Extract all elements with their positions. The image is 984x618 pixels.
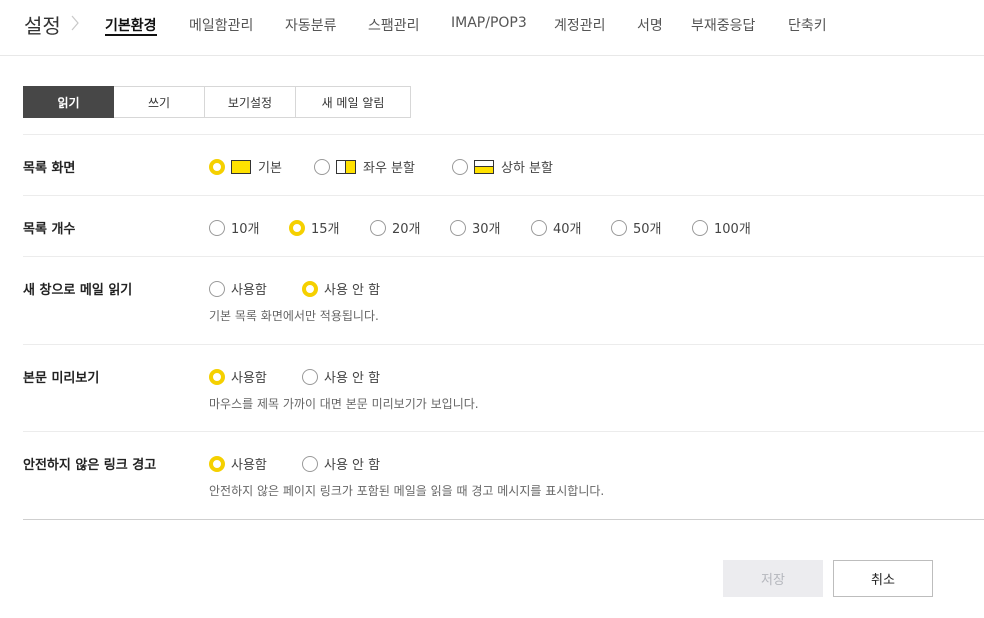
option-preview-on[interactable]: 사용함 [209, 367, 267, 386]
option-unsafe-link-on[interactable]: 사용함 [209, 454, 267, 473]
radio-button[interactable] [209, 368, 225, 385]
divider [23, 519, 984, 520]
save-button[interactable]: 저장 [723, 560, 823, 597]
option-label: 40개 [553, 222, 582, 237]
option-list-view-top-bottom[interactable]: 상하 분할 [452, 157, 553, 176]
tab-auto-reply[interactable]: 부재중응답 [691, 15, 755, 35]
setting-label-list-view: 목록 화면 [23, 161, 76, 176]
radio-button[interactable] [452, 158, 468, 175]
radio-button[interactable] [531, 219, 547, 236]
option-label: 사용 안 함 [324, 283, 381, 298]
radio-button[interactable] [302, 280, 318, 297]
option-list-count-40[interactable]: 40개 [531, 218, 582, 237]
radio-button[interactable] [209, 455, 225, 472]
tab-shortcuts[interactable]: 단축키 [788, 15, 827, 35]
layout-full-icon [231, 159, 251, 174]
radio-button[interactable] [314, 158, 330, 175]
option-label: 15개 [311, 222, 340, 237]
radio-button[interactable] [289, 219, 305, 236]
option-label: 50개 [633, 222, 662, 237]
radio-button[interactable] [209, 219, 225, 236]
option-label: 사용 안 함 [324, 458, 381, 473]
option-label: 기본 [258, 161, 282, 176]
option-preview-off[interactable]: 사용 안 함 [302, 367, 380, 386]
setting-label-new-window: 새 창으로 메일 읽기 [23, 283, 133, 298]
option-label: 사용함 [231, 371, 267, 386]
setting-description-unsafe-link: 안전하지 않은 페이지 링크가 포함된 메일을 읽을 때 경고 메시지를 표시합… [209, 484, 605, 498]
option-list-count-100[interactable]: 100개 [692, 218, 751, 237]
option-list-count-50[interactable]: 50개 [611, 218, 662, 237]
option-label: 사용 안 함 [324, 371, 381, 386]
option-label: 상하 분할 [501, 161, 553, 176]
setting-label-preview: 본문 미리보기 [23, 371, 100, 386]
option-new-window-off[interactable]: 사용 안 함 [302, 279, 380, 298]
option-label: 사용함 [231, 458, 267, 473]
option-list-count-30[interactable]: 30개 [450, 218, 501, 237]
cancel-button[interactable]: 취소 [833, 560, 933, 597]
radio-button[interactable] [692, 219, 708, 236]
radio-button[interactable] [611, 219, 627, 236]
option-list-count-10[interactable]: 10개 [209, 218, 260, 237]
radio-button[interactable] [302, 368, 318, 385]
tab-basic-settings[interactable]: 기본환경 [105, 15, 157, 36]
setting-description-new-window: 기본 목록 화면에서만 적용됩니다. [209, 309, 379, 323]
subtab-write[interactable]: 쓰기 [114, 86, 205, 118]
radio-button[interactable] [209, 280, 225, 297]
option-new-window-on[interactable]: 사용함 [209, 279, 267, 298]
option-list-count-15[interactable]: 15개 [289, 218, 340, 237]
tab-spam-management[interactable]: 스팸관리 [368, 15, 420, 35]
option-list-view-default[interactable]: 기본 [209, 157, 282, 176]
option-label: 사용함 [231, 283, 267, 298]
option-list-view-left-right[interactable]: 좌우 분할 [314, 157, 415, 176]
page-title: 설정 [24, 14, 61, 38]
tab-auto-filter[interactable]: 자동분류 [285, 15, 337, 35]
tab-mailbox-management[interactable]: 메일함관리 [189, 15, 253, 35]
subtab-read[interactable]: 읽기 [23, 86, 114, 118]
setting-label-list-count: 목록 개수 [23, 222, 76, 237]
divider [23, 195, 984, 196]
option-label: 좌우 분할 [363, 161, 415, 176]
setting-label-unsafe-link: 안전하지 않은 링크 경고 [23, 458, 157, 473]
tab-account-management[interactable]: 계정관리 [554, 15, 606, 35]
subtab-new-mail-alert[interactable]: 새 메일 알림 [296, 86, 411, 118]
option-unsafe-link-off[interactable]: 사용 안 함 [302, 454, 380, 473]
option-label: 10개 [231, 222, 260, 237]
divider [23, 256, 984, 257]
top-navigation: 설정 기본환경 메일함관리 자동분류 스팸관리 IMAP/POP3 계정관리 서… [0, 0, 984, 56]
subtab-view-settings[interactable]: 보기설정 [205, 86, 296, 118]
subtab-group: 읽기 쓰기 보기설정 새 메일 알림 [23, 86, 411, 118]
radio-button[interactable] [370, 219, 386, 236]
option-label: 30개 [472, 222, 501, 237]
divider [23, 431, 984, 432]
option-label: 100개 [714, 222, 751, 237]
option-label: 20개 [392, 222, 421, 237]
divider [23, 344, 984, 345]
radio-button[interactable] [209, 158, 225, 175]
layout-left-right-icon [336, 159, 356, 174]
radio-button[interactable] [450, 219, 466, 236]
option-list-count-20[interactable]: 20개 [370, 218, 421, 237]
setting-description-preview: 마우스를 제목 가까이 대면 본문 미리보기가 보입니다. [209, 397, 479, 411]
tab-imap-pop3[interactable]: IMAP/POP3 [451, 15, 527, 31]
layout-top-bottom-icon [474, 159, 494, 174]
tab-signature[interactable]: 서명 [637, 15, 663, 35]
divider [23, 134, 984, 135]
radio-button[interactable] [302, 455, 318, 472]
chevron-right-icon [71, 15, 79, 31]
